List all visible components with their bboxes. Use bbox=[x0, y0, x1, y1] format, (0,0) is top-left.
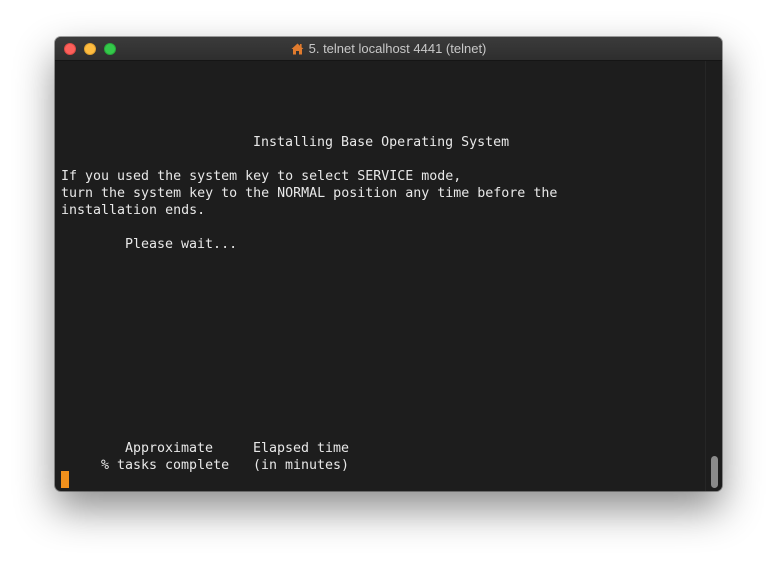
percent-header-line-1: Approximate bbox=[125, 441, 214, 456]
elapsed-header-line-2: (in minutes) bbox=[253, 458, 350, 473]
title-bar[interactable]: 5. telnet localhost 4441 (telnet) bbox=[55, 37, 722, 61]
percent-header-line-2: % tasks complete bbox=[101, 458, 230, 473]
window-title-container: 5. telnet localhost 4441 (telnet) bbox=[55, 37, 722, 60]
install-heading: Installing Base Operating System bbox=[253, 135, 510, 150]
message-line-3: installation ends. bbox=[61, 203, 206, 218]
window-title: 5. telnet localhost 4441 (telnet) bbox=[308, 41, 487, 56]
scrollbar[interactable] bbox=[705, 61, 722, 491]
terminal-content[interactable]: Installing Base Operating System If you … bbox=[55, 61, 705, 491]
message-line-2: turn the system key to the NORMAL positi… bbox=[61, 186, 558, 201]
scrollbar-thumb[interactable] bbox=[711, 456, 718, 488]
terminal-cursor bbox=[61, 471, 69, 488]
terminal-window: 5. telnet localhost 4441 (telnet) Instal… bbox=[55, 37, 722, 491]
please-wait-text: Please wait... bbox=[125, 237, 238, 252]
elapsed-header-line-1: Elapsed time bbox=[253, 441, 350, 456]
home-icon bbox=[291, 39, 304, 62]
message-line-1: If you used the system key to select SER… bbox=[61, 169, 462, 184]
